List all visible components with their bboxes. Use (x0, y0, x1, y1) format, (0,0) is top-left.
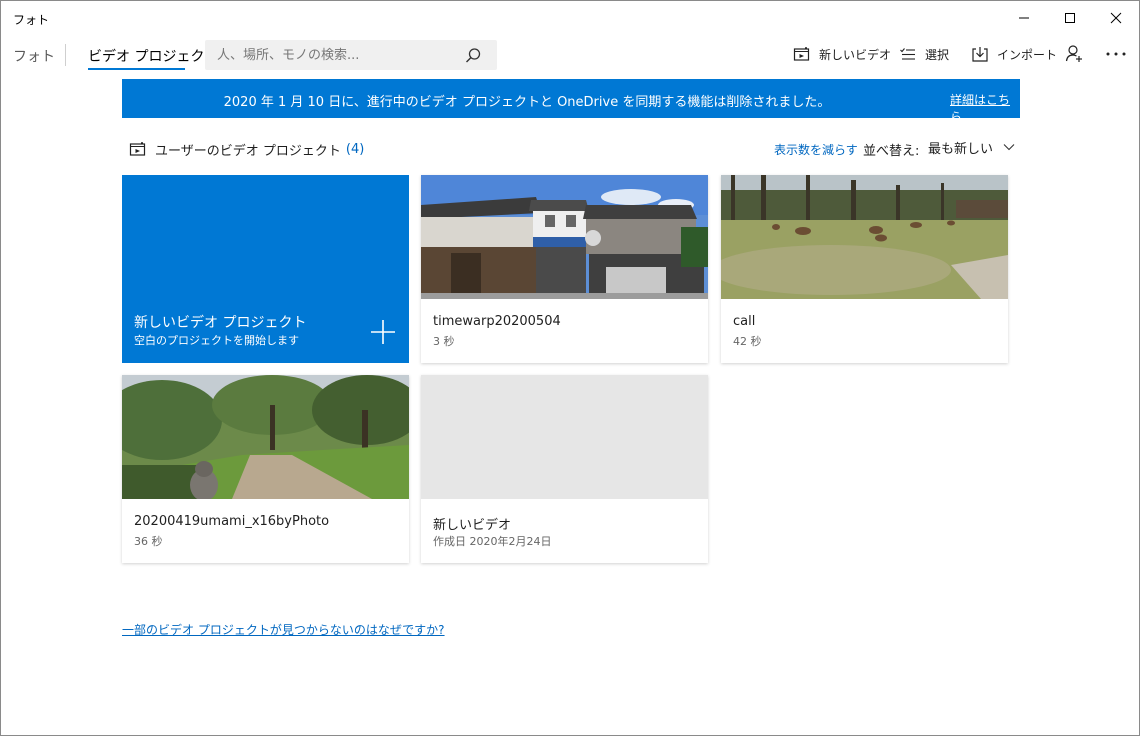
search-input[interactable] (205, 40, 455, 70)
more-options-button[interactable] (1105, 43, 1127, 65)
search-box (205, 40, 497, 70)
close-icon (1110, 12, 1122, 24)
project-duration: 36 秒 (134, 535, 163, 548)
new-video-button[interactable]: 新しいビデオ (793, 43, 891, 65)
project-title: timewarp20200504 (433, 314, 561, 329)
new-video-label: 新しいビデオ (819, 47, 892, 62)
project-tile[interactable]: timewarp20200504 3 秒 (421, 175, 708, 363)
project-title: call (733, 314, 756, 329)
project-thumbnail (421, 175, 708, 299)
project-duration: 42 秒 (733, 335, 762, 348)
import-icon (972, 47, 988, 62)
video-project-icon (793, 47, 810, 61)
project-thumbnail (721, 175, 1008, 299)
close-button[interactable] (1093, 1, 1139, 35)
project-thumbnail (421, 375, 708, 499)
search-icon[interactable] (463, 46, 483, 66)
new-project-subtitle: 空白のプロジェクトを開始します (134, 334, 299, 347)
maximize-icon (1065, 13, 1075, 23)
chevron-down-icon (1003, 144, 1015, 151)
checklist-icon (900, 48, 915, 60)
nav-photos[interactable]: フォト (13, 46, 55, 66)
active-tab-indicator (88, 68, 185, 70)
video-project-icon (129, 142, 146, 156)
section-header: ユーザーのビデオ プロジェクト (4) (129, 139, 364, 159)
title-bar: フォト (1, 1, 1139, 35)
select-button[interactable]: 選択 (899, 43, 949, 65)
more-dots-icon (1106, 52, 1126, 56)
info-banner: 2020 年 1 月 10 日に、進行中のビデオ プロジェクトと OneDriv… (122, 79, 1020, 124)
plus-icon (371, 320, 395, 344)
sort-label: 並べ替え: (863, 144, 920, 159)
new-video-project-tile[interactable]: 新しいビデオ プロジェクト 空白のプロジェクトを開始します (122, 175, 409, 363)
photos-app-window: フォト フォト ビデオ プロジェクト 人、場所、モノの検索... 新しいビデオ … (0, 0, 1140, 736)
account-button[interactable] (1063, 43, 1085, 65)
project-title: 新しいビデオ (433, 518, 512, 533)
sort-value: 最も新しい (928, 141, 994, 157)
project-count: (4) (345, 141, 365, 157)
window-title: フォト (13, 13, 50, 27)
command-bar: フォト ビデオ プロジェクト 新しいビデオ (1, 35, 1139, 73)
select-label: 選択 (925, 47, 950, 62)
project-thumbnail (122, 375, 409, 499)
minimize-icon (1019, 17, 1029, 19)
project-title: 20200419umami_x16byPhoto (134, 514, 330, 529)
new-project-title: 新しいビデオ プロジェクト (134, 315, 307, 331)
project-created-date: 作成日 2020年2月24日 (433, 535, 552, 548)
sort-dropdown[interactable]: 最も新しい (928, 137, 1015, 157)
add-account-icon (1065, 45, 1082, 62)
banner-learn-more-link[interactable]: 詳細はこちら (950, 91, 1020, 125)
maximize-button[interactable] (1047, 1, 1093, 35)
project-tile[interactable]: 新しいビデオ 作成日 2020年2月24日 (421, 375, 708, 563)
project-tile[interactable]: 20200419umami_x16byPhoto 36 秒 (122, 375, 409, 563)
minimize-button[interactable] (1001, 1, 1047, 35)
project-duration: 3 秒 (433, 335, 455, 348)
import-button[interactable]: インポート (971, 43, 1057, 65)
section-title: ユーザーのビデオ プロジェクト (155, 143, 341, 159)
tab-video-projects[interactable]: ビデオ プロジェクト (88, 46, 218, 66)
project-tile[interactable]: call 42 秒 (721, 175, 1008, 363)
banner-message: 2020 年 1 月 10 日に、進行中のビデオ プロジェクトと OneDriv… (223, 95, 831, 110)
nav-divider (65, 44, 66, 66)
import-label: インポート (997, 47, 1058, 62)
show-fewer-link[interactable]: 表示数を減らす (774, 141, 858, 158)
missing-projects-help-link[interactable]: 一部のビデオ プロジェクトが見つからないのはなぜですか? (122, 621, 445, 638)
